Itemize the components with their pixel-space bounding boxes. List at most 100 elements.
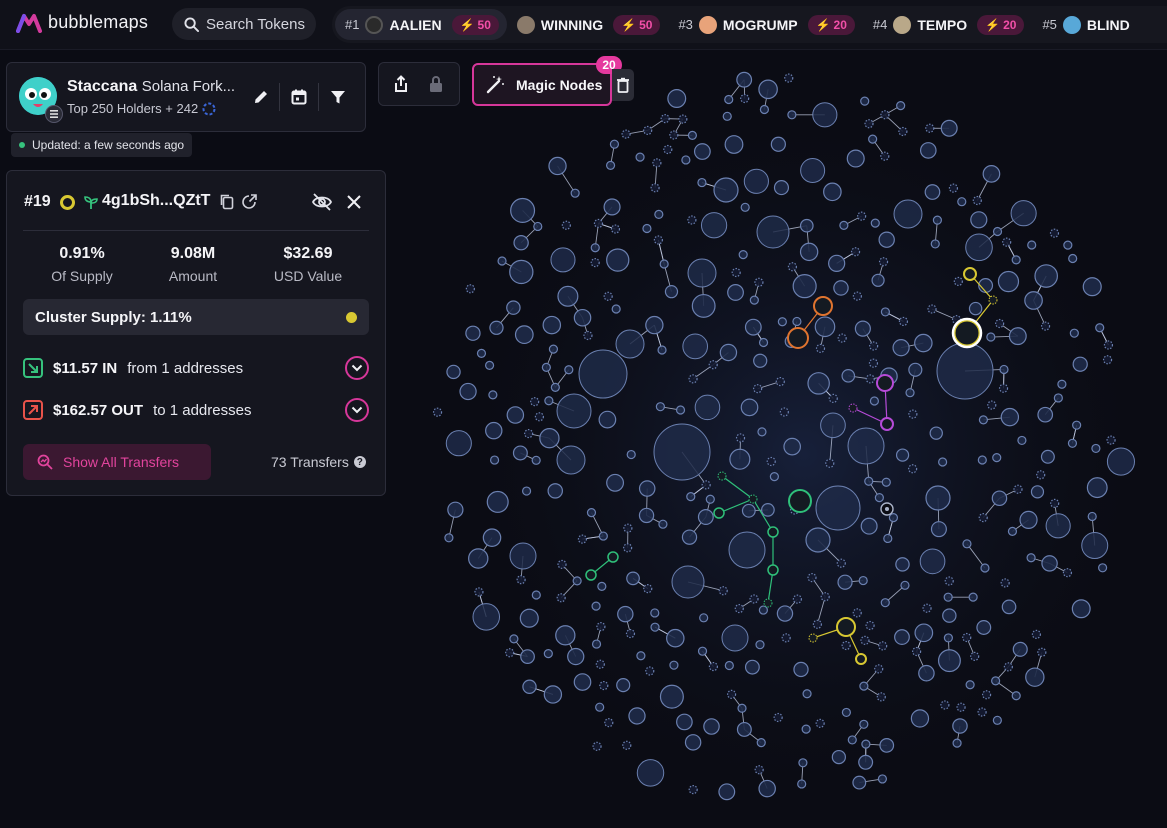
holder-bubble[interactable] — [1000, 407, 1020, 427]
holder-bubble[interactable] — [1034, 264, 1059, 288]
holder-bubble[interactable] — [978, 513, 988, 523]
holder-bubble[interactable] — [548, 156, 567, 176]
holder-bubble[interactable] — [797, 779, 807, 789]
holder-bubble[interactable] — [556, 445, 586, 475]
holder-bubble[interactable] — [682, 333, 709, 360]
holder-bubble[interactable] — [962, 632, 972, 643]
holder-bubble[interactable] — [792, 274, 817, 299]
holder-bubble[interactable] — [1049, 228, 1060, 238]
holder-bubble[interactable] — [1040, 449, 1055, 464]
cluster-bubble[interactable] — [748, 494, 758, 504]
holder-bubble[interactable] — [777, 317, 787, 327]
holder-bubble[interactable] — [626, 571, 640, 586]
holder-bubble[interactable] — [606, 473, 625, 492]
cluster-bubble[interactable] — [880, 417, 894, 431]
holder-bubble[interactable] — [489, 455, 500, 465]
holder-bubble[interactable] — [869, 396, 880, 406]
cluster-bubble[interactable] — [848, 403, 858, 413]
holder-bubble[interactable] — [653, 235, 663, 245]
holder-bubble[interactable] — [761, 502, 775, 517]
holder-bubble[interactable] — [1103, 340, 1114, 350]
holder-bubble[interactable] — [578, 349, 628, 399]
holder-bubble[interactable] — [970, 211, 988, 229]
holder-bubble[interactable] — [1091, 443, 1101, 454]
holder-bubble[interactable] — [861, 739, 871, 749]
holder-bubble[interactable] — [756, 215, 790, 249]
holder-bubble[interactable] — [773, 712, 783, 723]
holder-bubble[interactable] — [743, 168, 769, 194]
holder-bubble[interactable] — [965, 233, 993, 262]
holder-bubble[interactable] — [865, 374, 875, 384]
holder-bubble[interactable] — [953, 276, 963, 287]
holder-bubble[interactable] — [892, 339, 910, 357]
holder-bubble[interactable] — [970, 651, 980, 661]
holder-bubble[interactable] — [870, 218, 880, 228]
holder-bubble[interactable] — [864, 476, 874, 486]
holder-bubble[interactable] — [847, 735, 857, 745]
holder-bubble[interactable] — [962, 539, 972, 549]
holder-bubble[interactable] — [815, 485, 861, 531]
holder-bubble[interactable] — [741, 503, 756, 518]
holder-bubble[interactable] — [572, 576, 582, 586]
holder-bubble[interactable] — [787, 110, 797, 120]
holder-bubble[interactable] — [952, 738, 962, 748]
holder-bubble[interactable] — [586, 507, 597, 518]
holder-bubble[interactable] — [1024, 291, 1043, 310]
holder-bubble[interactable] — [841, 368, 856, 383]
open-explorer-button[interactable] — [241, 193, 258, 215]
holder-bubble[interactable] — [898, 126, 908, 137]
holder-bubble[interactable] — [801, 724, 811, 734]
holder-bubble[interactable] — [847, 427, 885, 465]
holder-bubble[interactable] — [775, 376, 785, 387]
holder-bubble[interactable] — [740, 93, 750, 104]
holder-bubble[interactable] — [556, 593, 566, 603]
holder-bubble[interactable] — [638, 480, 656, 497]
holder-bubble[interactable] — [740, 398, 759, 417]
holder-bubble[interactable] — [734, 603, 744, 614]
help-icon[interactable]: ? — [353, 456, 366, 468]
holder-bubble[interactable] — [531, 590, 541, 600]
holder-bubble[interactable] — [697, 509, 714, 526]
holder-bubble[interactable] — [700, 212, 728, 239]
holder-bubble[interactable] — [598, 410, 617, 429]
holder-bubble[interactable] — [758, 779, 776, 798]
holder-bubble[interactable] — [919, 142, 937, 159]
holder-bubble[interactable] — [1098, 563, 1108, 573]
holder-bubble[interactable] — [650, 622, 660, 632]
holder-bubble[interactable] — [610, 224, 621, 234]
holder-bubble[interactable] — [687, 258, 717, 288]
holder-bubble[interactable] — [643, 125, 653, 136]
holder-bubble[interactable] — [868, 134, 878, 144]
holder-bubble[interactable] — [773, 180, 790, 196]
holder-bubble[interactable] — [895, 448, 910, 462]
holder-bubble[interactable] — [583, 330, 593, 341]
holder-bubble[interactable] — [623, 523, 633, 533]
holder-bubble[interactable] — [744, 318, 762, 336]
holder-bubble[interactable] — [793, 661, 809, 678]
holder-bubble[interactable] — [938, 457, 948, 467]
holder-bubble[interactable] — [622, 740, 632, 750]
holder-bubble[interactable] — [625, 628, 636, 639]
holder-bubble[interactable] — [687, 130, 697, 140]
flow-in-row[interactable]: $11.57 IN from 1 addresses — [23, 355, 369, 381]
holder-bubble[interactable] — [531, 455, 541, 465]
holder-bubble[interactable] — [686, 492, 696, 502]
holder-bubble[interactable] — [895, 557, 910, 572]
holder-bubble[interactable] — [476, 348, 487, 358]
holder-bubble[interactable] — [557, 285, 579, 307]
holder-bubble[interactable] — [942, 608, 957, 623]
holder-bubble[interactable] — [688, 374, 698, 384]
holder-bubble[interactable] — [852, 608, 862, 618]
holder-bubble[interactable] — [841, 707, 851, 718]
holder-bubble[interactable] — [667, 89, 687, 109]
holder-bubble[interactable] — [1087, 511, 1097, 522]
holder-bubble[interactable] — [1069, 328, 1079, 338]
holder-bubble[interactable] — [991, 676, 1001, 686]
holder-bubble[interactable] — [857, 211, 867, 221]
holder-bubble[interactable] — [519, 608, 539, 628]
holder-bubble[interactable] — [603, 198, 621, 216]
holder-bubble[interactable] — [871, 273, 885, 287]
holder-bubble[interactable] — [876, 692, 886, 702]
holder-bubble[interactable] — [943, 633, 953, 643]
cluster-bubble[interactable] — [988, 295, 998, 305]
